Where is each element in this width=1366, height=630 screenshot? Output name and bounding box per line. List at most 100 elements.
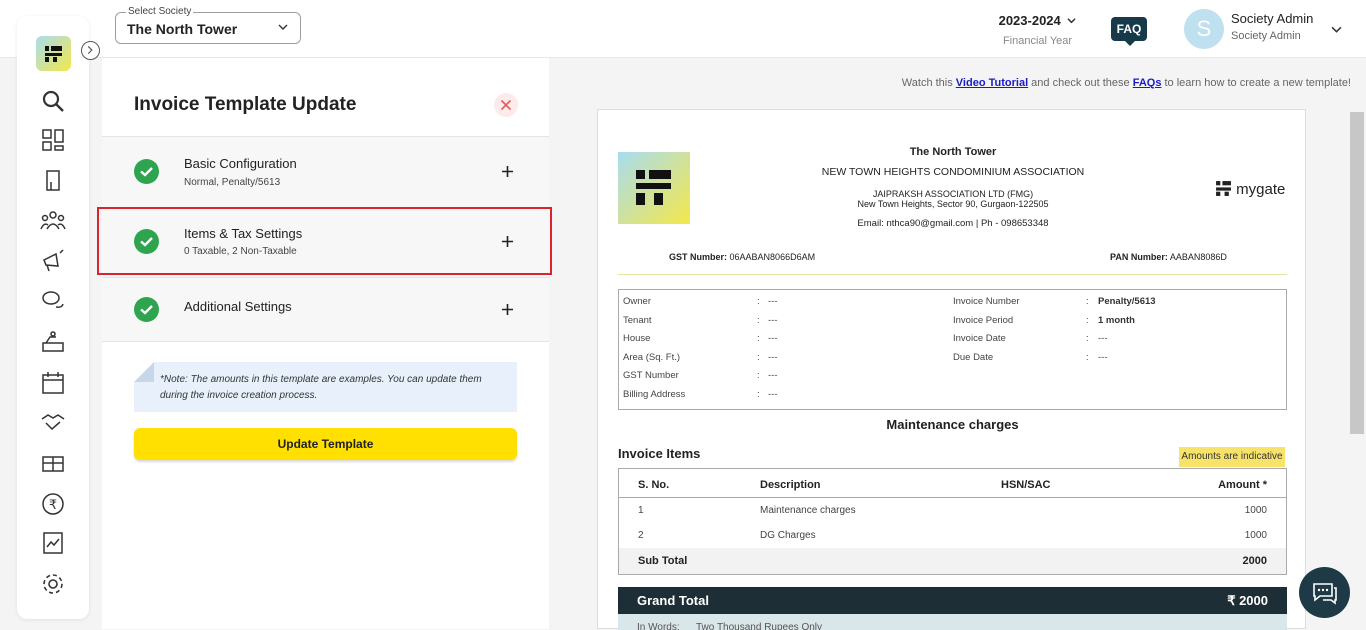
mygate-logo: mygate [1215,180,1285,198]
row-sno: 2 [638,530,644,541]
reports-icon[interactable] [40,530,66,556]
faqs-link[interactable]: FAQs [1133,77,1162,89]
tutorial-prefix: Watch this [901,77,956,89]
info-house-value: --- [768,333,778,344]
invoice-association: NEW TOWN HEIGHTS CONDOMINIUM ASSOCIATION [821,166,1085,178]
info-gst-label: GST Number [623,370,679,381]
sidebar-toggle[interactable] [81,41,100,60]
column-header: HSN/SAC [1001,479,1051,491]
invoice-address: New Town Heights, Sector 90, Gurgaon-122… [857,199,1049,209]
rupee-icon[interactable]: ₹ [40,491,66,517]
grand-total-label: Grand Total [637,593,709,608]
info-colon: : [757,352,760,363]
plus-icon[interactable] [501,165,514,178]
user-menu[interactable]: Society Admin Society Admin [1231,11,1313,42]
services-icon[interactable] [40,329,66,355]
gst-label: GST Number: [669,252,728,262]
subtotal-label: Sub Total [638,555,688,567]
info-house-label: House [623,333,651,344]
video-tutorial-link[interactable]: Video Tutorial [956,77,1028,89]
column-header: Amount * [1218,479,1267,491]
invoice-items-title: Invoice Items [618,446,701,461]
pan-number: PAN Number: AABAN8086D [1110,252,1227,262]
tutorial-mid: and check out these [1028,77,1133,89]
society-select[interactable]: Select Society The North Tower [115,6,301,44]
invoice-contact: Email: nthca90@gmail.com | Ph - 09865334… [857,218,1049,229]
row-description: Maintenance charges [760,505,856,516]
user-name: Society Admin [1231,11,1314,26]
gst-value: 06AABAN8066D6AM [729,252,816,262]
invoice-items-table: S. No. Description HSN/SAC Amount * 1 Ma… [618,468,1287,575]
row-amount: 1000 [1244,505,1267,516]
info-colon: : [757,370,760,381]
building-icon[interactable] [40,167,66,193]
info-colon: : [757,389,760,400]
app-logo[interactable] [36,36,71,71]
society-select-value: The North Tower [127,21,238,37]
plus-icon[interactable] [501,303,514,316]
amount-in-words: In Words: Two Thousand Rupees Only [618,614,1287,630]
info-area-label: Area (Sq. Ft.) [623,352,681,363]
faq-button[interactable]: FAQ [1111,17,1147,46]
chevron-down-icon [278,24,288,30]
financial-year-select[interactable]: 2023-2024 Financial Year [990,13,1085,47]
scrollbar[interactable] [1350,112,1364,434]
note-text: *Note: The amounts in this template are … [160,374,482,401]
subtotal-row: Sub Total 2000 [619,548,1286,574]
sidebar: ₹ [17,16,89,619]
mygate-icon [1216,181,1231,196]
mygate-brand: mygate [1236,181,1286,198]
dashboard-icon[interactable] [40,127,66,153]
chat-icon[interactable] [40,288,66,314]
svg-text:₹: ₹ [49,497,57,512]
accordion-basic-configuration[interactable]: Basic Configuration Normal, Penalty/5613 [102,136,549,207]
subtotal-value: 2000 [1242,555,1267,567]
info-gst-value: --- [768,370,778,381]
info-billing-value: --- [768,389,778,400]
pan-label: PAN Number: [1110,252,1168,262]
society-select-label: Select Society [126,6,194,17]
section-title: Additional Settings [184,299,292,314]
info-tenant-label: Tenant [623,315,652,326]
info-billing-label: Billing Address [623,389,686,400]
page-title: Invoice Template Update [134,94,357,115]
column-header: Description [760,479,821,491]
calendar-icon[interactable] [40,370,66,396]
residents-icon[interactable] [40,207,66,233]
announcement-icon[interactable] [40,248,66,274]
update-template-button[interactable]: Update Template [134,428,517,460]
search-icon[interactable] [40,88,66,114]
divider [618,274,1287,275]
chat-support-button[interactable] [1299,567,1350,618]
handshake-icon[interactable] [40,409,66,435]
info-colon: : [1086,296,1089,307]
accordion-additional-settings[interactable]: Additional Settings [102,277,549,342]
table-row: 1 Maintenance charges 1000 [619,505,1286,521]
chevron-down-icon[interactable] [1331,24,1342,35]
row-amount: 1000 [1244,530,1267,541]
parcel-icon[interactable] [40,450,66,476]
info-invoice-number-value: Penalty/5613 [1098,296,1156,307]
column-header: S. No. [638,479,670,491]
close-button[interactable] [494,93,518,117]
note-box: *Note: The amounts in this template are … [134,362,517,412]
tutorial-suffix: to learn how to create a new template! [1161,77,1351,89]
financial-year-value: 2023-2024 [998,13,1061,28]
top-bar: Select Society The North Tower 2023-2024… [0,0,1366,58]
check-icon [134,159,159,184]
invoice-info-box: Owner Tenant House Area (Sq. Ft.) GST Nu… [618,289,1287,410]
invoice-sheet: The North Tower NEW TOWN HEIGHTS CONDOMI… [597,109,1306,630]
divider [619,497,1286,498]
chevron-down-icon [1067,18,1076,24]
gst-number: GST Number: 06AABAN8066D6AM [669,252,815,262]
settings-icon[interactable] [40,571,66,597]
section-title: Basic Configuration [184,156,297,171]
info-colon: : [1086,333,1089,344]
avatar[interactable]: S [1184,9,1224,49]
info-colon: : [757,333,760,344]
tutorial-text: Watch this Video Tutorial and check out … [902,77,1351,89]
info-invoice-number-label: Invoice Number [953,296,1020,307]
check-icon [134,297,159,322]
close-icon [500,99,512,111]
grand-total-row: Grand Total ₹ 2000 [618,587,1287,614]
